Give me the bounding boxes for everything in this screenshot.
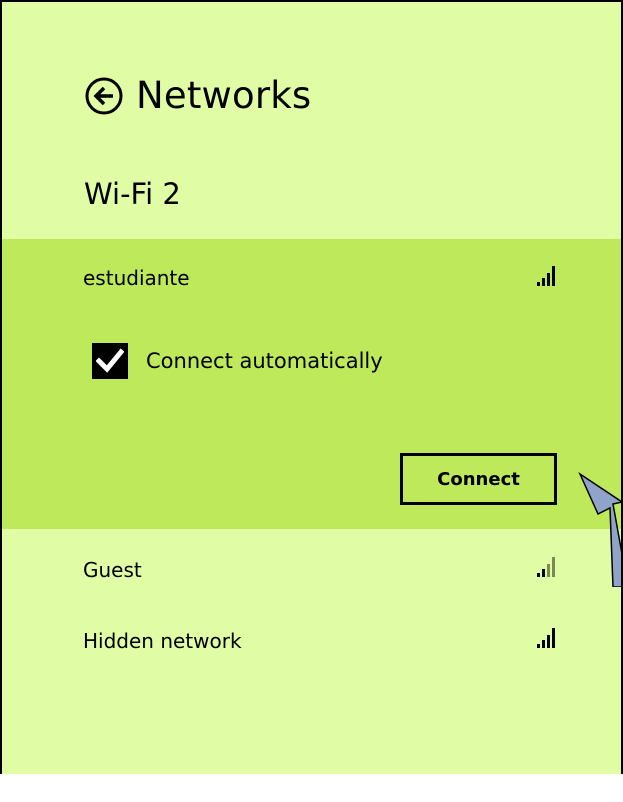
connect-button[interactable]: Connect (400, 453, 557, 505)
panel-header: Networks (84, 74, 311, 117)
auto-connect-row[interactable]: Connect automatically (92, 343, 383, 379)
signal-strength-icon (537, 555, 557, 577)
pointer-arrow-icon (578, 472, 621, 587)
auto-connect-label: Connect automatically (146, 349, 383, 373)
networks-panel: Networks Wi-Fi 2 estudiante Connect auto… (0, 0, 623, 774)
auto-connect-checkbox[interactable] (92, 343, 128, 379)
signal-strength-icon (537, 626, 557, 648)
back-arrow-icon[interactable] (84, 76, 124, 116)
network-name: Hidden network (83, 629, 242, 653)
network-name: estudiante (83, 266, 190, 290)
checkmark-icon (96, 348, 124, 373)
network-name: Guest (83, 558, 142, 582)
signal-strength-icon (537, 264, 557, 286)
section-title: Wi-Fi 2 (84, 177, 181, 211)
page-title: Networks (136, 74, 312, 117)
